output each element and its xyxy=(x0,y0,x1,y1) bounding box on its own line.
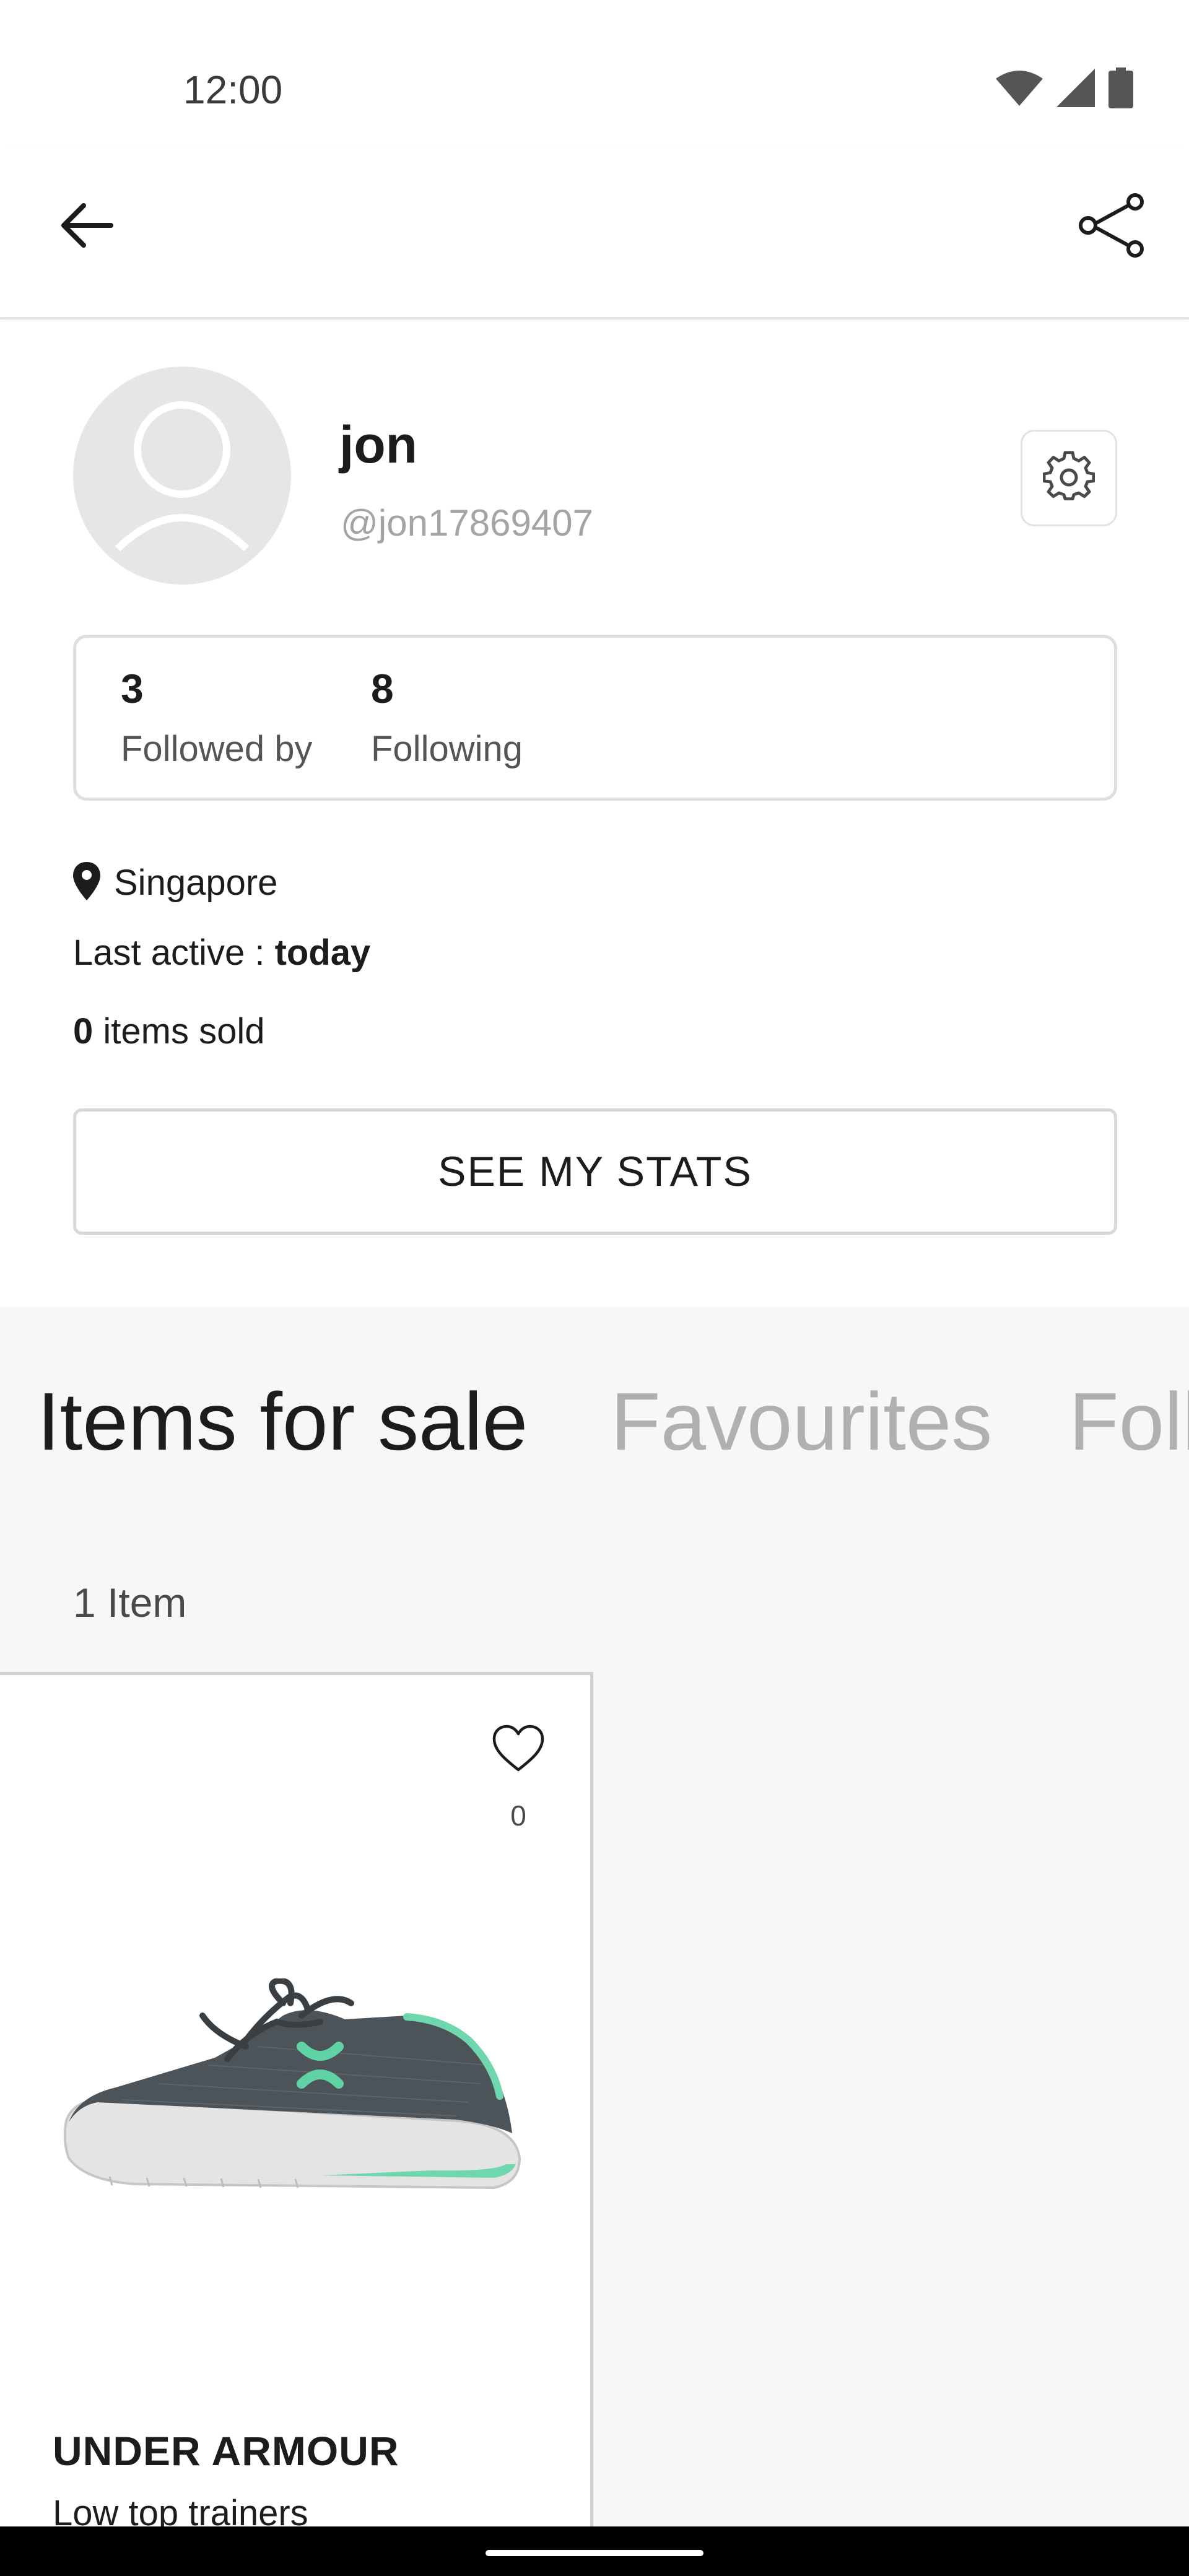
last-active-value: today xyxy=(274,933,371,973)
product-name: Low top trainers xyxy=(53,2493,308,2526)
back-button[interactable] xyxy=(50,189,124,264)
items-sold: 0 items sold xyxy=(73,1011,264,1052)
username: @jon17869407 xyxy=(341,502,593,544)
share-button[interactable] xyxy=(1069,189,1156,264)
heart-icon xyxy=(492,1724,545,1775)
item-count: 1 Item xyxy=(73,1580,187,1625)
share-icon xyxy=(1078,193,1146,261)
app-bar xyxy=(0,149,1189,320)
location-row: Singapore xyxy=(73,855,277,910)
gear-icon xyxy=(1042,450,1095,506)
settings-button[interactable] xyxy=(1021,430,1117,526)
like-count: 0 xyxy=(510,1799,526,1832)
avatar[interactable] xyxy=(73,367,291,585)
status-clock: 12:00 xyxy=(183,67,283,112)
product-image xyxy=(60,1977,531,2214)
like-button[interactable] xyxy=(481,1718,555,1780)
system-nav-bar xyxy=(0,2526,1189,2576)
home-indicator[interactable] xyxy=(486,2550,703,2556)
signal-icon xyxy=(1056,68,1095,110)
tab-favourites[interactable]: Favourites xyxy=(611,1375,992,1468)
following-label: Following xyxy=(371,729,523,769)
arrow-left-icon xyxy=(59,201,115,253)
items-sold-label: items sold xyxy=(93,1011,265,1051)
followed-by-count: 3 xyxy=(121,666,144,711)
user-placeholder-icon xyxy=(114,394,250,558)
status-icons xyxy=(996,67,1133,111)
following-count: 8 xyxy=(371,666,394,711)
profile-header: jon @jon17869407 3 Followed by 8 Followi… xyxy=(0,322,1189,1307)
last-active-label: Last active : xyxy=(73,933,275,973)
location-pin-icon xyxy=(73,861,100,903)
wifi-icon xyxy=(996,70,1043,109)
display-name: jon xyxy=(339,416,417,474)
see-my-stats-button[interactable]: SEE MY STATS xyxy=(73,1108,1117,1235)
profile-tabs: Items for sale Favourites Foll xyxy=(0,1307,1189,1505)
status-bar: 12:00 xyxy=(0,0,1189,149)
last-active: Last active : today xyxy=(73,932,370,973)
location-text: Singapore xyxy=(114,862,278,903)
tab-following[interactable]: Foll xyxy=(1069,1375,1189,1468)
items-sold-count: 0 xyxy=(73,1011,94,1051)
battery-icon xyxy=(1108,67,1133,111)
tab-items-for-sale[interactable]: Items for sale xyxy=(37,1375,528,1468)
product-brand: UNDER ARMOUR xyxy=(53,2428,399,2474)
follow-stats-box: 3 Followed by 8 Following xyxy=(73,635,1117,801)
followed-by-stat[interactable]: 3 Followed by xyxy=(76,638,313,798)
following-stat[interactable]: 8 Following xyxy=(349,638,572,798)
product-card[interactable]: 0 UNDER ARMOUR Low top trainers xyxy=(0,1672,593,2526)
followed-by-label: Followed by xyxy=(121,729,313,769)
listings-section: Items for sale Favourites Foll 1 Item 0 xyxy=(0,1307,1189,2526)
